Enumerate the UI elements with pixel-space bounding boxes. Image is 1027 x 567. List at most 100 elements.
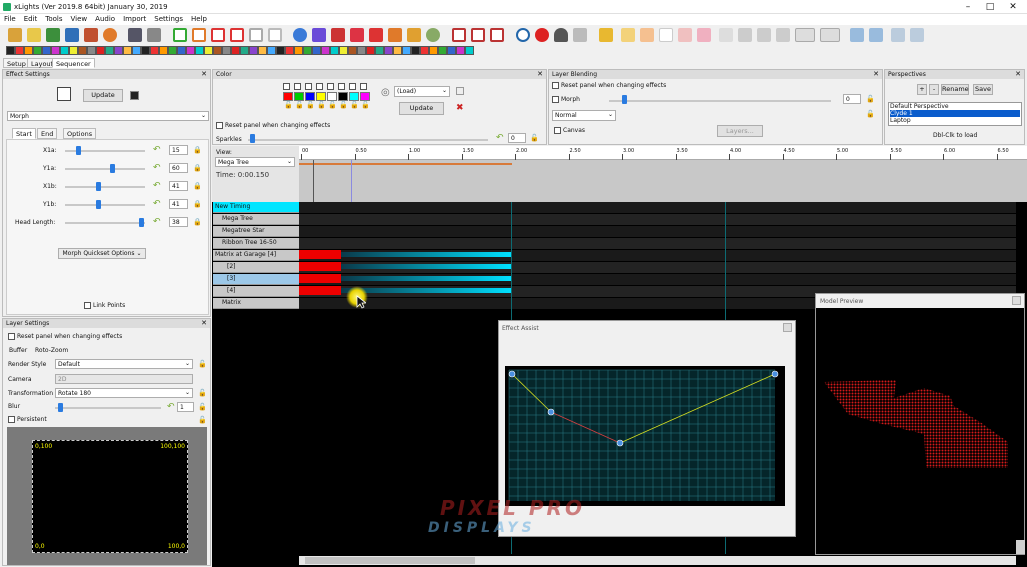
bell-icon[interactable] [407,28,421,42]
effect-icon[interactable] [78,46,87,55]
effect-icon[interactable] [42,46,51,55]
render-style-select[interactable]: Default ⌄ [55,359,193,369]
effect-icon[interactable] [465,46,474,55]
lock-icon[interactable]: 🔓 [295,101,304,109]
slider-value-field[interactable]: 38 [169,217,188,227]
color-swatch[interactable] [360,92,370,101]
tab-end[interactable]: End [37,128,58,139]
effect-icon[interactable] [51,46,60,55]
lock-icon[interactable] [147,28,161,42]
slider-track[interactable] [65,168,145,170]
grid-icon[interactable] [312,28,326,42]
effect-block[interactable] [299,250,341,259]
lock-icon[interactable]: 🔒 [193,182,202,190]
effect-icon[interactable] [330,46,339,55]
effect-icon[interactable] [222,46,231,55]
effect-icon[interactable] [321,46,330,55]
maximize-icon[interactable]: □ [980,1,1000,13]
save-perspective-button[interactable]: Save [973,84,993,95]
tree-icon[interactable] [331,28,345,42]
menu-audio[interactable]: Audio [91,14,119,23]
slider-value-field[interactable]: 41 [169,181,188,191]
triangle-icon[interactable] [369,28,383,42]
blend-mode-select[interactable]: Normal ⌄ [552,110,616,121]
buffer-preview-box[interactable]: 0,100 100,100 0,0 100,0 [32,440,188,553]
lock-icon[interactable]: 🔒 [193,146,202,154]
menu-edit[interactable]: Edit [20,14,42,23]
replay-icon[interactable] [268,28,282,42]
effect-icon[interactable] [231,46,240,55]
view-select[interactable]: Mega Tree ⌄ [215,157,295,167]
lock-icon[interactable]: 🔓 [198,360,207,368]
shimmer-icon[interactable] [697,28,711,42]
color-swatch[interactable] [349,92,359,101]
control-point[interactable] [508,370,516,378]
reset-arrow-icon[interactable]: ↶ [153,181,161,191]
sparkles-slider[interactable] [248,139,488,141]
timeline-row-label[interactable]: Matrix [213,298,299,309]
effect-icon[interactable] [285,46,294,55]
lock-icon[interactable]: 🔓 [198,403,207,411]
copy-icon[interactable] [891,28,905,42]
effect-icon[interactable] [420,46,429,55]
close-icon[interactable] [783,323,792,332]
pencil-icon[interactable] [621,28,635,42]
color-update-button[interactable]: Update [399,102,444,115]
lock-icon[interactable]: 🔓 [198,416,207,424]
control-point[interactable] [547,408,555,416]
lock-icon[interactable]: 🔓 [866,110,875,118]
slider-track[interactable] [65,186,145,188]
effect-icon[interactable] [384,46,393,55]
save-palette-icon[interactable] [456,87,464,95]
effect-icon[interactable] [438,46,447,55]
link-points-checkbox[interactable] [84,302,91,309]
control-point[interactable] [771,370,779,378]
reset-arrow-icon[interactable]: ↶ [153,217,161,227]
timeline-row[interactable] [299,202,1016,213]
buffer-tab[interactable]: Buffer [9,347,27,354]
effect-icon[interactable] [366,46,375,55]
menu-view[interactable]: View [67,14,92,23]
slider-thumb[interactable] [96,182,101,191]
open-icon[interactable] [27,28,41,42]
effect-icon[interactable] [114,46,123,55]
reset-arrow-icon[interactable]: ↶ [167,402,175,412]
rewind-icon[interactable] [230,28,244,42]
intensity-start-icon[interactable] [795,28,815,42]
effect-icon[interactable] [105,46,114,55]
reset-arrow-icon[interactable]: ↶ [153,145,161,155]
remove-perspective-button[interactable]: - [929,84,939,95]
tab-sequencer[interactable]: Sequencer [52,58,95,68]
folder-icon[interactable] [46,28,60,42]
swatch-checkbox[interactable] [327,83,334,90]
bulb-icon[interactable] [554,28,568,42]
blank-icon[interactable] [659,28,673,42]
radial-icon[interactable] [426,28,440,42]
color-reset-checkbox[interactable] [216,122,223,129]
slider-track[interactable] [65,204,145,206]
effect-icon[interactable] [96,46,105,55]
effect-icon[interactable] [15,46,24,55]
ac-icon[interactable] [599,28,613,42]
preset-icon[interactable] [130,91,139,100]
effect-block[interactable] [341,264,511,269]
effect-icon[interactable] [213,46,222,55]
menu-help[interactable]: Help [187,14,211,23]
timeline-row-label[interactable]: [3] [213,274,299,285]
camera-select[interactable]: 2D [55,374,193,384]
tab-setup[interactable]: Setup [3,58,30,68]
lock-icon[interactable]: 🔓 [284,101,293,109]
morph-slider-thumb[interactable] [622,95,627,104]
slider-track[interactable] [65,222,145,224]
lock-icon[interactable]: 🔓 [198,389,207,397]
update-button[interactable]: Update [83,89,123,102]
persistent-checkbox[interactable] [8,416,15,423]
close-icon[interactable]: ✕ [537,70,543,78]
effect-icon[interactable] [60,46,69,55]
close-icon[interactable]: ✕ [201,70,207,78]
ramp-downup-icon[interactable] [776,28,790,42]
effect-block[interactable] [299,274,341,283]
menu-tools[interactable]: Tools [41,14,66,23]
battery-icon[interactable] [128,28,142,42]
reset-arrow-icon[interactable]: ↶ [153,163,161,173]
